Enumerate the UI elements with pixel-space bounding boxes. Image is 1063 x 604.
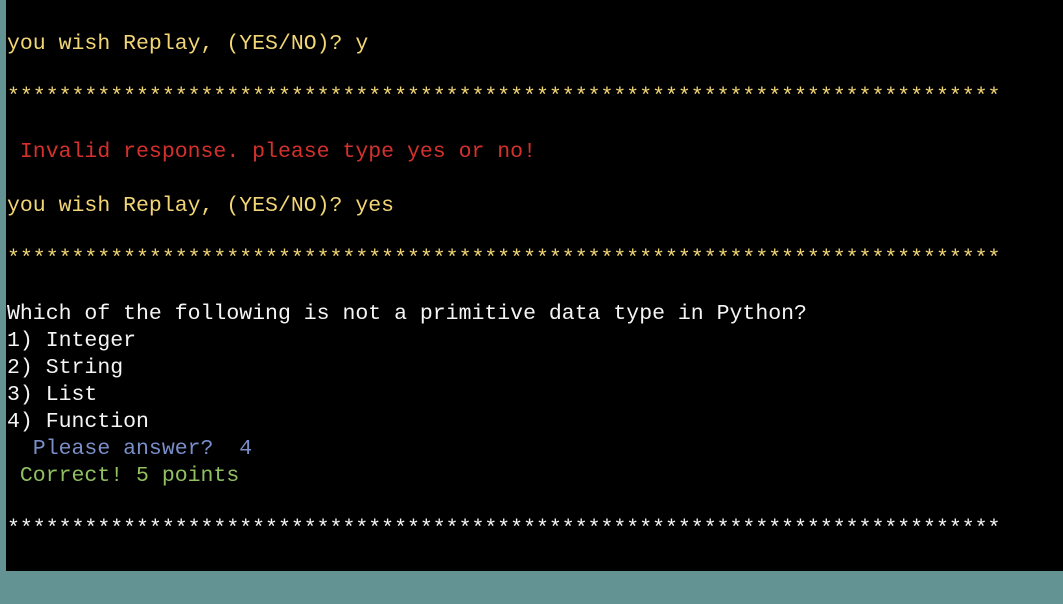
answer-option: 1) Integer (7, 329, 137, 353)
error-message: Invalid response. please type yes or no! (7, 140, 536, 164)
separator-line: ****************************************… (7, 247, 1001, 271)
separator-line: ****************************************… (7, 517, 1001, 541)
answer-option: 3) List (7, 383, 98, 407)
replay-prompt-line: you wish Replay, (YES/NO)? y (7, 32, 369, 56)
question-text: Which of the following is not a primitiv… (7, 302, 807, 326)
answer-option: 4) Function (7, 410, 149, 434)
replay-prompt-line: you wish Replay, (YES/NO)? yes (7, 194, 395, 218)
answer-option: 2) String (7, 356, 124, 380)
answer-prompt: Please answer? 4 (7, 437, 253, 461)
terminal-window[interactable]: you wish Replay, (YES/NO)? y ***********… (6, 0, 1063, 571)
separator-line: ****************************************… (7, 85, 1001, 109)
result-message: Correct! 5 points (7, 464, 240, 488)
